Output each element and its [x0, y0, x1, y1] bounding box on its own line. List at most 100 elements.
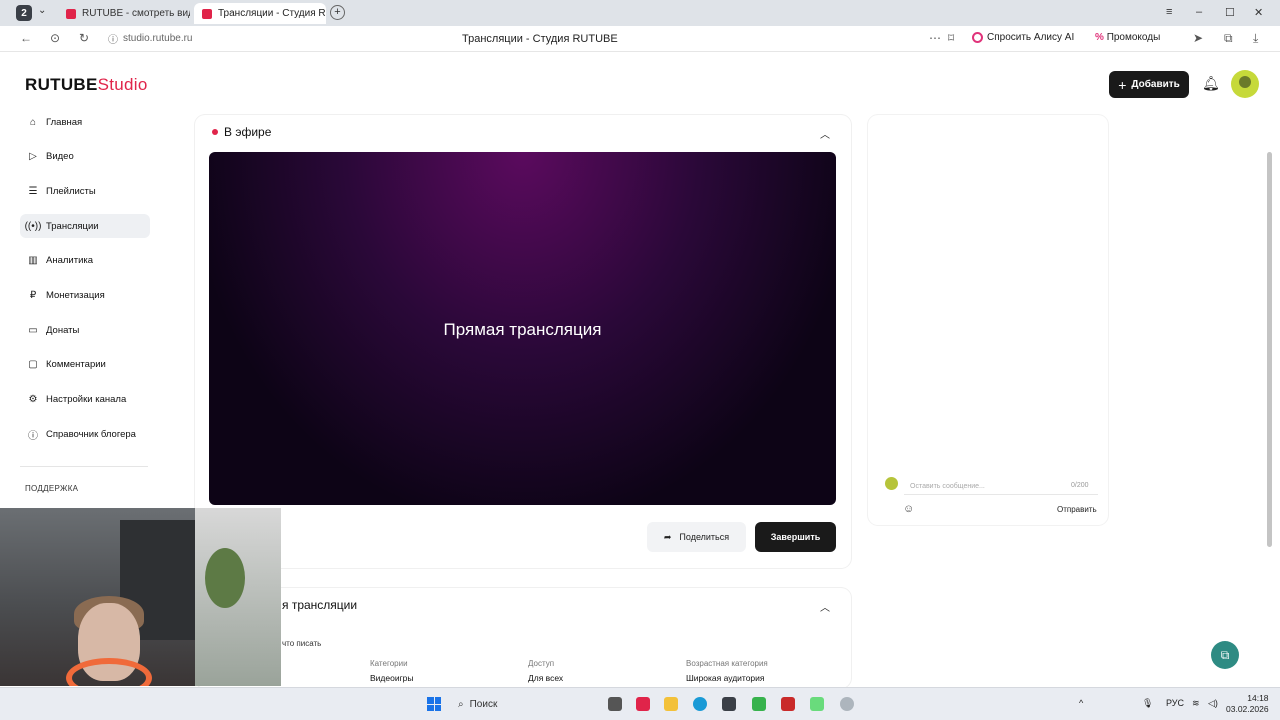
webcam-overlay [0, 508, 281, 686]
end-broadcast-button[interactable]: Завершить [755, 522, 836, 552]
avatar[interactable] [1231, 70, 1259, 98]
start-icon[interactable] [427, 697, 441, 711]
live-status-label: В эфире [224, 125, 272, 139]
yandex-browser-icon[interactable] [636, 697, 650, 711]
sidebar-item-label: Плейлисты [46, 185, 96, 197]
sidebar-item-broadcasts[interactable]: ((•)) Трансляции [20, 214, 150, 239]
add-button[interactable]: + Добавить [1109, 71, 1189, 98]
bookmark-icon[interactable]: ⌑ [948, 31, 954, 45]
chevron-up-icon[interactable]: ︿ [820, 599, 830, 614]
broadcast-icon: ((•)) [24, 220, 42, 232]
tab-label: Трансляции - Студия R [218, 8, 326, 19]
info-label: Доступ [528, 659, 555, 668]
search-icon: ⌕ [458, 699, 464, 710]
sidebar-item-video[interactable]: ▷ Видео [20, 145, 150, 169]
share-button[interactable]: ➦ Поделиться [647, 522, 746, 552]
analytics-icon: ▥ [28, 255, 38, 267]
percent-icon: % [1095, 32, 1104, 43]
clock-time: 14:18 [1247, 693, 1269, 703]
logo-main: RUTUBE [25, 75, 98, 94]
minecraft-icon[interactable] [810, 697, 824, 711]
menu-icon[interactable]: ≡ [1166, 6, 1172, 18]
sidebar-item-label: Видео [46, 151, 74, 163]
rutube-favicon-icon [66, 8, 76, 19]
browser-tabstrip: 2 ⌄ RUTUBE - смотреть виде Трансляции - … [0, 0, 1280, 26]
ask-alice-button[interactable]: Спросить Алису AI [972, 32, 1074, 43]
taskbar-clock[interactable]: 14:18 03.02.2026 [1226, 693, 1269, 715]
info-category: Категории Видеоигры [370, 659, 414, 683]
video-player[interactable]: Прямая трансляция [209, 152, 836, 505]
download-icon[interactable]: ⤓ [1253, 31, 1258, 46]
reload-icon[interactable]: ↻ [79, 31, 89, 45]
info-value: Для всех [528, 673, 564, 683]
sidebar-item-guide[interactable]: ⓘ Справочник блогера [20, 422, 150, 446]
explorer-icon[interactable] [664, 697, 678, 711]
obs-icon[interactable] [840, 697, 854, 711]
clock-date: 03.02.2026 [1226, 704, 1269, 714]
tab-studio[interactable]: Трансляции - Студия R ✕ [194, 3, 326, 24]
info-icon: ⓘ [28, 430, 38, 442]
sidebar-item-analytics[interactable]: ▥ Аналитика [20, 249, 150, 273]
bell-icon[interactable]: 🔔︎ [1202, 75, 1220, 92]
money-icon: ₽ [29, 289, 37, 301]
filezilla-icon[interactable] [781, 697, 795, 711]
sidebar-item-home[interactable]: ⌂ Главная [20, 110, 150, 134]
comment-icon: ▢ [28, 359, 38, 371]
maximize-icon[interactable]: ☐ [1225, 6, 1235, 19]
promo-button[interactable]: % Промокоды [1095, 32, 1160, 43]
sidebar-item-playlists[interactable]: ☰ Плейлисты [20, 179, 150, 203]
tab-count-badge[interactable]: 2 [16, 5, 32, 21]
url-field[interactable]: studio.rutube.ru [123, 33, 193, 44]
minimize-icon[interactable]: – [1196, 6, 1202, 18]
sidebar-item-settings[interactable]: ⚙ Настройки канала [20, 388, 150, 412]
collections-icon[interactable]: ⧉ [1224, 31, 1233, 46]
info-card-title: я трансляции [282, 598, 358, 612]
sidebar-item-donates[interactable]: ▭ Донаты [20, 318, 150, 342]
volume-icon[interactable]: ◁) [1208, 698, 1218, 709]
studio-logo[interactable]: RUTUBEStudio [25, 75, 148, 95]
new-tab-button[interactable]: + [330, 5, 345, 20]
address-bar: ← ⊙ ↻ ⓘ studio.rutube.ru Трансляции - Ст… [0, 26, 1280, 52]
taskview-icon[interactable] [608, 697, 622, 711]
page-title: Трансляции - Студия RUTUBE [462, 33, 618, 45]
game-icon[interactable] [752, 697, 766, 711]
microphone-icon[interactable]: 🎙︎ [1142, 698, 1153, 709]
tab-rutube[interactable]: RUTUBE - смотреть виде [58, 3, 190, 24]
history-icon[interactable]: ⊙ [50, 31, 60, 45]
alice-icon [972, 32, 983, 43]
sidebar-item-label: Монетизация [46, 289, 105, 301]
taskbar: ⌕ Поиск ^ 🎙︎ РУС ≋ ◁) 14:18 03.02.2026 [0, 687, 1280, 720]
language-indicator[interactable]: РУС [1166, 698, 1184, 708]
more-icon[interactable]: ⋯ [929, 31, 941, 45]
emoji-icon[interactable]: ☺ [903, 503, 914, 515]
logo-sub: Studio [97, 75, 148, 94]
sidebar-item-label: Главная [46, 116, 83, 128]
wifi-icon[interactable]: ≋ [1192, 698, 1200, 709]
back-icon[interactable]: ← [20, 31, 32, 45]
taskbar-search[interactable]: ⌕ Поиск [452, 694, 602, 715]
chat-panel [868, 115, 1108, 525]
video-icon: ▷ [29, 151, 37, 163]
edge-icon[interactable] [693, 697, 707, 711]
chat-char-counter: 0/200 [1071, 482, 1089, 489]
webcam-plant [205, 548, 245, 608]
chat-message-input[interactable]: Оставить сообщение... [904, 478, 1098, 495]
sidebar-item-comments[interactable]: ▢ Комментарии [20, 353, 150, 377]
sidebar-item-label: Донаты [46, 324, 80, 336]
sidebar-item-label: Аналитика [46, 255, 94, 267]
page-scrollbar[interactable] [1267, 152, 1272, 547]
store-icon[interactable] [722, 697, 736, 711]
home-icon: ⌂ [29, 116, 37, 128]
site-info-icon[interactable]: ⓘ [108, 31, 118, 46]
tray-chevron-icon[interactable]: ^ [1079, 698, 1083, 708]
sidebar-item-label: Настройки канала [46, 394, 127, 405]
info-label: Возрастная категория [686, 659, 768, 668]
send-icon[interactable]: ➤ [1193, 31, 1203, 45]
chevron-down-icon[interactable]: ⌄ [38, 5, 46, 16]
playlist-icon: ☰ [28, 185, 38, 197]
support-chat-button[interactable]: ⧉ [1211, 641, 1239, 669]
sidebar-item-monetization[interactable]: ₽ Монетизация [20, 283, 150, 307]
chat-send-button[interactable]: Отправить [1057, 505, 1097, 514]
chevron-up-icon[interactable]: ︿ [820, 126, 830, 141]
close-window-icon[interactable]: ✕ [1254, 6, 1263, 19]
